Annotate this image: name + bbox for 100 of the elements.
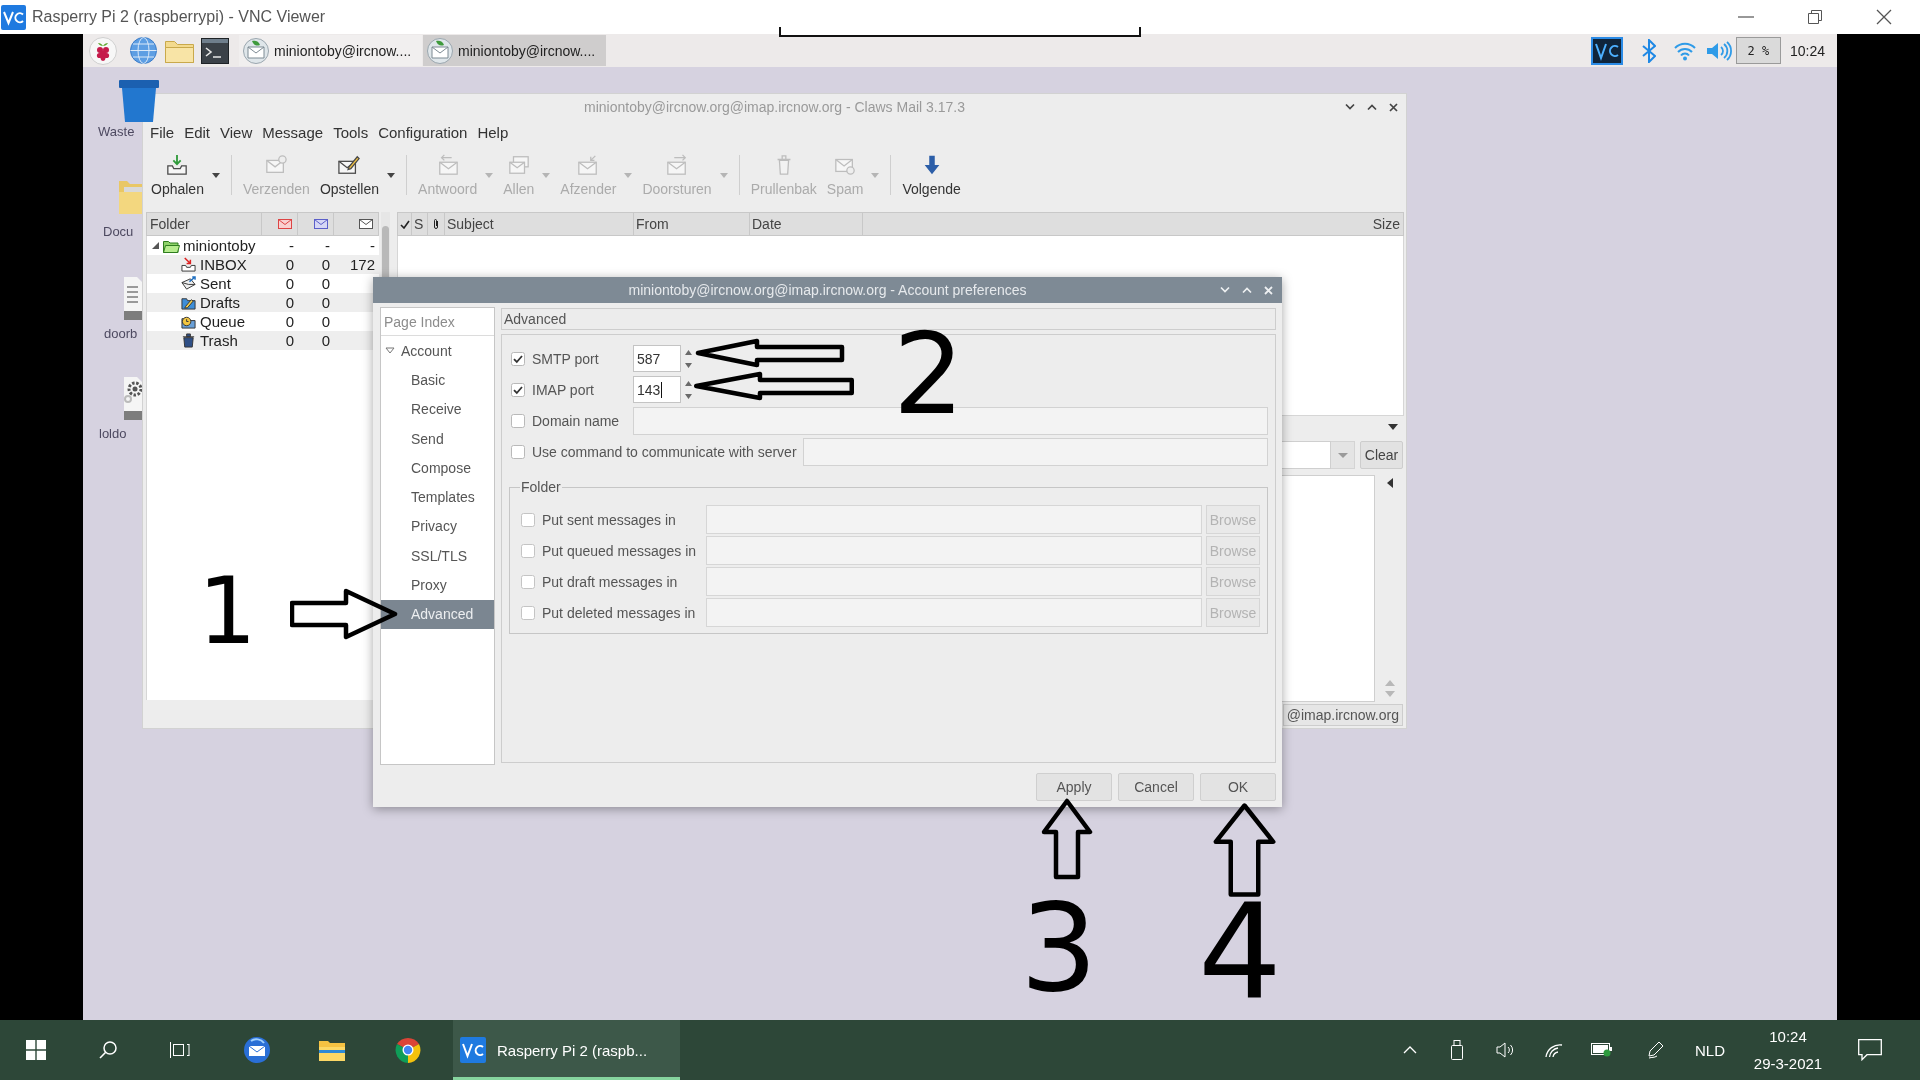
envelope-icon[interactable] bbox=[243, 1036, 271, 1064]
raspberry-icon[interactable] bbox=[89, 36, 117, 65]
status-text: @imap.ircnow.org bbox=[1282, 704, 1403, 726]
menu-item[interactable]: Message bbox=[262, 123, 324, 141]
menu-item[interactable]: Help bbox=[477, 123, 509, 141]
checkbox[interactable] bbox=[511, 351, 525, 366]
start-icon[interactable] bbox=[26, 1040, 46, 1060]
circle-logo-icon[interactable] bbox=[395, 1037, 421, 1063]
caret-icon[interactable] bbox=[1388, 423, 1398, 430]
tree-item[interactable]: Send bbox=[381, 423, 494, 454]
chevron-down-icon[interactable] bbox=[1345, 103, 1355, 111]
expander-icon[interactable] bbox=[385, 347, 395, 355]
column-header[interactable]: Page Index bbox=[381, 308, 494, 336]
clock-date[interactable]: 29-3-2021 bbox=[1753, 1054, 1823, 1073]
battery-icon[interactable] bbox=[1591, 1043, 1613, 1057]
search-field[interactable] bbox=[1281, 441, 1331, 469]
task-button[interactable]: miniontoby@ircnow.... bbox=[239, 35, 422, 66]
tree-item[interactable]: Basic bbox=[381, 365, 494, 395]
bluetooth-icon[interactable] bbox=[1641, 38, 1656, 63]
column-header[interactable] bbox=[428, 212, 445, 236]
expander-icon[interactable] bbox=[152, 242, 159, 249]
ok-button[interactable]: OK bbox=[1200, 773, 1276, 801]
tree-item[interactable]: Account bbox=[381, 336, 494, 366]
apply-button[interactable]: Apply bbox=[1036, 773, 1112, 801]
wifi-icon[interactable] bbox=[1545, 1042, 1563, 1058]
path-field[interactable] bbox=[706, 598, 1202, 627]
tree-item[interactable]: Templates bbox=[381, 482, 494, 512]
close-icon[interactable] bbox=[1876, 9, 1892, 25]
toolbar-button[interactable]: Opstellen bbox=[314, 150, 385, 200]
envelope-arrow-icon bbox=[666, 153, 688, 176]
tree-item[interactable]: Privacy bbox=[381, 511, 494, 542]
tree-item[interactable]: Proxy bbox=[381, 570, 494, 600]
checkbox[interactable] bbox=[521, 512, 535, 527]
stepper-icon[interactable] bbox=[684, 348, 693, 369]
speaker-icon[interactable] bbox=[1496, 1042, 1514, 1058]
taskbar-app-button[interactable]: Rasperry Pi 2 (raspb... bbox=[453, 1020, 680, 1080]
text-field[interactable] bbox=[802, 437, 1268, 466]
column-header[interactable]: Size bbox=[863, 212, 1404, 236]
folder-row[interactable]: Sent 0 0 bbox=[147, 274, 379, 293]
folder-icon[interactable] bbox=[319, 1039, 345, 1061]
caret-icon[interactable] bbox=[387, 172, 396, 178]
usb-drive-icon[interactable] bbox=[1451, 1040, 1463, 1060]
column-header[interactable]: From bbox=[634, 212, 750, 236]
folder-row[interactable]: INBOX 0 0 172 bbox=[147, 255, 379, 274]
pen-icon[interactable] bbox=[1648, 1041, 1664, 1059]
column-header[interactable]: Subject bbox=[445, 212, 634, 236]
envelope-arrow-icon bbox=[436, 153, 459, 176]
task-button[interactable]: miniontoby@ircnow.... bbox=[423, 35, 606, 66]
cpu-usage: 2 % bbox=[1735, 37, 1781, 64]
search-icon[interactable] bbox=[99, 1041, 117, 1059]
tree-item[interactable]: SSL/TLS bbox=[381, 541, 494, 571]
toolbar-handle[interactable] bbox=[779, 27, 1141, 37]
column-header[interactable]: Folder bbox=[146, 212, 262, 236]
language-indicator[interactable]: NLD bbox=[1695, 1041, 1725, 1059]
checkbox[interactable] bbox=[521, 605, 535, 620]
restore-icon[interactable] bbox=[1808, 10, 1822, 24]
checkbox[interactable] bbox=[521, 574, 535, 589]
folder-row[interactable]: miniontoby - - - bbox=[147, 236, 379, 255]
checkbox[interactable] bbox=[511, 444, 525, 459]
close-icon[interactable] bbox=[1389, 102, 1398, 112]
app-logo-icon[interactable] bbox=[1590, 36, 1623, 65]
clock-time[interactable]: 10:24 bbox=[1769, 1027, 1807, 1046]
column-header[interactable] bbox=[397, 212, 412, 236]
menu-item[interactable]: Configuration bbox=[378, 123, 468, 141]
checkbox[interactable] bbox=[521, 543, 535, 558]
menu-item[interactable]: Edit bbox=[184, 123, 211, 141]
path-field[interactable] bbox=[706, 567, 1202, 596]
toolbar-button[interactable]: Volgende bbox=[897, 150, 966, 200]
globe-icon[interactable] bbox=[130, 37, 157, 64]
folder-row[interactable]: Queue 0 0 bbox=[147, 312, 379, 331]
port-field[interactable]: 143 bbox=[633, 376, 681, 403]
column-header[interactable] bbox=[334, 212, 379, 236]
cancel-button[interactable]: Cancel bbox=[1118, 773, 1194, 801]
caret-icon[interactable] bbox=[211, 172, 220, 178]
new-count: 0 bbox=[320, 313, 331, 330]
path-field[interactable] bbox=[706, 505, 1202, 534]
tree-item[interactable]: Compose bbox=[381, 453, 494, 483]
stepper-icon[interactable] bbox=[684, 379, 693, 400]
menu-item[interactable]: View bbox=[220, 123, 253, 141]
envelope-icon bbox=[278, 219, 292, 229]
menu-item[interactable]: File bbox=[150, 123, 175, 141]
clear-button[interactable]: Clear bbox=[1360, 441, 1403, 469]
document-gear-icon[interactable] bbox=[124, 377, 142, 420]
menu-item[interactable]: Tools bbox=[333, 123, 369, 141]
column-header[interactable]: S bbox=[412, 212, 428, 236]
checkbox[interactable] bbox=[511, 413, 525, 428]
column-header[interactable]: Date bbox=[750, 212, 863, 236]
left-caret-icon[interactable] bbox=[1386, 478, 1393, 488]
document-icon[interactable] bbox=[124, 277, 142, 320]
notification-icon[interactable] bbox=[1858, 1039, 1882, 1061]
trash-icon[interactable] bbox=[119, 80, 159, 122]
setting-label: Put queued messages in bbox=[542, 542, 698, 559]
toolbar-button[interactable]: Ophalen bbox=[146, 150, 209, 200]
chevron-up-icon[interactable] bbox=[1367, 103, 1377, 111]
port-field[interactable]: 587 bbox=[633, 345, 681, 372]
tree-item[interactable]: Receive bbox=[381, 394, 494, 424]
terminal-icon[interactable] bbox=[201, 37, 229, 64]
task-view-icon[interactable] bbox=[170, 1041, 190, 1059]
path-field[interactable] bbox=[706, 536, 1202, 565]
checkbox[interactable] bbox=[511, 382, 525, 397]
